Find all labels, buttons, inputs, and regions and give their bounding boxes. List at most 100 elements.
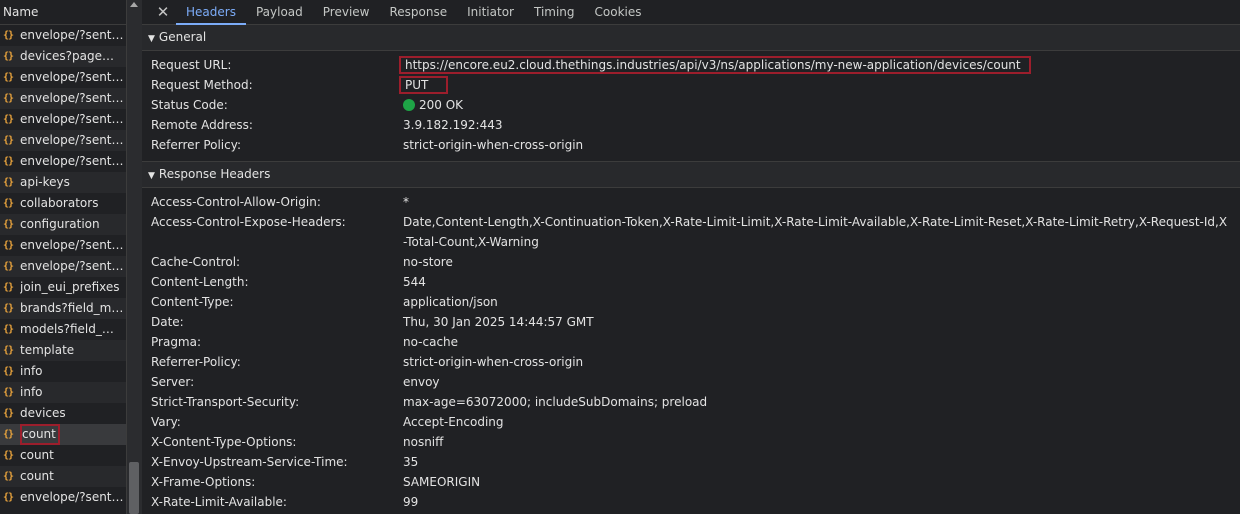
referrer-policy-value[interactable]: strict-origin-when-cross-origin <box>403 135 1240 155</box>
request-row[interactable]: {} envelope/?sentry_key=f4 <box>0 487 126 508</box>
header-key: Access-Control-Allow-Origin: <box>151 195 321 209</box>
request-name: api-keys <box>20 175 70 189</box>
request-method-value[interactable]: PUT <box>399 76 449 94</box>
status-code-key: Status Code: <box>151 98 228 112</box>
scrollbar-thumb[interactable] <box>129 462 139 514</box>
close-icon[interactable]: ✕ <box>150 0 176 24</box>
request-row[interactable]: {} envelope/?sentry_key=f4 <box>0 235 126 256</box>
fetch-braces-icon: {} <box>3 51 14 62</box>
header-value[interactable]: envoy <box>403 372 1240 392</box>
header-value[interactable]: strict-origin-when-cross-origin <box>403 352 1240 372</box>
response-header-row: X-Envoy-Upstream-Service-Time: 35 <box>142 452 1240 472</box>
name-column-header[interactable]: Name <box>0 0 126 25</box>
tab-payload[interactable]: Payload <box>246 0 313 24</box>
general-row-status: Status Code: 200 OK <box>142 95 1240 115</box>
request-row[interactable]: {} configuration <box>0 214 126 235</box>
request-list-scrollbar[interactable] <box>126 0 142 514</box>
request-row[interactable]: {} devices?page=1&limit=20 <box>0 46 126 67</box>
request-name: envelope/?sentry_key=f4 <box>20 259 124 273</box>
fetch-braces-icon: {} <box>3 345 14 356</box>
referrer-policy-key: Referrer Policy: <box>151 138 241 152</box>
tab-headers[interactable]: Headers <box>176 0 246 25</box>
header-value[interactable]: SAMEORIGIN <box>403 472 1240 492</box>
request-row[interactable]: {} info <box>0 361 126 382</box>
header-value[interactable]: 35 <box>403 452 1240 472</box>
request-row[interactable]: {} envelope/?sentry_key=f4 <box>0 256 126 277</box>
request-row[interactable]: {} envelope/?sentry_key=f4 <box>0 67 126 88</box>
header-key: Referrer-Policy: <box>151 355 241 369</box>
details-tab-bar: ✕ Headers Payload Preview Response Initi… <box>142 0 1240 25</box>
response-header-row: Access-Control-Expose-Headers: Date,Conte… <box>142 212 1240 252</box>
response-header-row: Referrer-Policy: strict-origin-when-cross… <box>142 352 1240 372</box>
fetch-braces-icon: {} <box>3 324 14 335</box>
header-value[interactable]: 99 <box>403 492 1240 512</box>
request-name: envelope/?sentry_key=f4 <box>20 490 124 504</box>
request-row[interactable]: {} brands?field_mask=name <box>0 298 126 319</box>
header-value[interactable]: Date,Content-Length,X-Continuation-Token… <box>403 212 1240 252</box>
request-row[interactable]: {} envelope/?sentry_key=f4 <box>0 25 126 46</box>
scroll-up-arrow-icon[interactable] <box>130 2 138 7</box>
request-row[interactable]: {} envelope/?sentry_key=f4 <box>0 151 126 172</box>
request-name: envelope/?sentry_key=f4 <box>20 70 124 84</box>
response-header-row: Access-Control-Allow-Origin: * <box>142 192 1240 212</box>
response-header-row: Content-Length: 544 <box>142 272 1240 292</box>
request-row[interactable]: {} info <box>0 382 126 403</box>
header-key: X-Content-Type-Options: <box>151 435 297 449</box>
request-url-key: Request URL: <box>151 58 232 72</box>
fetch-braces-icon: {} <box>3 93 14 104</box>
request-url-value[interactable]: https://encore.eu2.cloud.thethings.indus… <box>399 56 1031 74</box>
fetch-braces-icon: {} <box>3 240 14 251</box>
response-headers-section: Access-Control-Allow-Origin: * Access-Cont… <box>142 188 1240 512</box>
header-value[interactable]: 544 <box>403 272 1240 292</box>
header-value[interactable]: * <box>403 192 1240 212</box>
header-key: Server: <box>151 375 195 389</box>
response-header-row: Vary: Accept-Encoding <box>142 412 1240 432</box>
response-headers-section-header[interactable]: ▼ Response Headers <box>142 162 1240 188</box>
request-row[interactable]: {} collaborators <box>0 193 126 214</box>
status-code-value[interactable]: 200 OK <box>419 98 463 112</box>
request-name: configuration <box>20 217 100 231</box>
request-row[interactable]: {} template <box>0 340 126 361</box>
response-header-row: Cache-Control: no-store <box>142 252 1240 272</box>
request-row[interactable]: {} envelope/?sentry_key=f4 <box>0 109 126 130</box>
request-name: join_eui_prefixes <box>20 280 120 294</box>
tab-initiator[interactable]: Initiator <box>457 0 524 24</box>
general-section-title: General <box>158 30 207 44</box>
request-row[interactable]: {} devices <box>0 403 126 424</box>
header-value[interactable]: nosniff <box>403 432 1240 452</box>
header-value[interactable]: Thu, 30 Jan 2025 14:44:57 GMT <box>403 312 1240 332</box>
header-value[interactable]: no-store <box>403 252 1240 272</box>
tab-response[interactable]: Response <box>379 0 457 24</box>
request-name: envelope/?sentry_key=f4 <box>20 133 124 147</box>
tab-timing[interactable]: Timing <box>524 0 585 24</box>
response-header-row: Strict-Transport-Security: max-age=630720… <box>142 392 1240 412</box>
remote-address-value[interactable]: 3.9.182.192:443 <box>403 115 1240 135</box>
header-value[interactable]: max-age=63072000; includeSubDomains; pre… <box>403 392 1240 412</box>
header-value[interactable]: application/json <box>403 292 1240 312</box>
triangle-down-icon: ▼ <box>148 171 155 181</box>
general-section-header[interactable]: ▼ General <box>142 25 1240 51</box>
request-name: envelope/?sentry_key=f4 <box>20 28 124 42</box>
header-key: Cache-Control: <box>151 255 241 269</box>
request-row[interactable]: {} count <box>0 466 126 487</box>
tab-cookies[interactable]: Cookies <box>585 0 652 24</box>
general-row-remote: Remote Address: 3.9.182.192:443 <box>142 115 1240 135</box>
response-header-row: X-Rate-Limit-Available: 99 <box>142 492 1240 512</box>
request-row[interactable]: {} count <box>0 445 126 466</box>
header-value[interactable]: no-cache <box>403 332 1240 352</box>
request-row[interactable]: {} envelope/?sentry_key=f4 <box>0 88 126 109</box>
tab-preview[interactable]: Preview <box>313 0 380 24</box>
fetch-braces-icon: {} <box>3 387 14 398</box>
header-key: X-Rate-Limit-Available: <box>151 495 287 509</box>
request-row[interactable]: {} api-keys <box>0 172 126 193</box>
fetch-braces-icon: {} <box>3 471 14 482</box>
request-details-panel: ✕ Headers Payload Preview Response Initi… <box>142 0 1240 514</box>
request-row[interactable]: {} count <box>0 424 126 445</box>
request-row[interactable]: {} models?field_mask=name <box>0 319 126 340</box>
header-value[interactable]: Accept-Encoding <box>403 412 1240 432</box>
response-header-row: Server: envoy <box>142 372 1240 392</box>
request-name: envelope/?sentry_key=f4 <box>20 154 124 168</box>
request-name: models?field_mask=name <box>20 322 124 336</box>
request-row[interactable]: {} join_eui_prefixes <box>0 277 126 298</box>
request-row[interactable]: {} envelope/?sentry_key=f4 <box>0 130 126 151</box>
